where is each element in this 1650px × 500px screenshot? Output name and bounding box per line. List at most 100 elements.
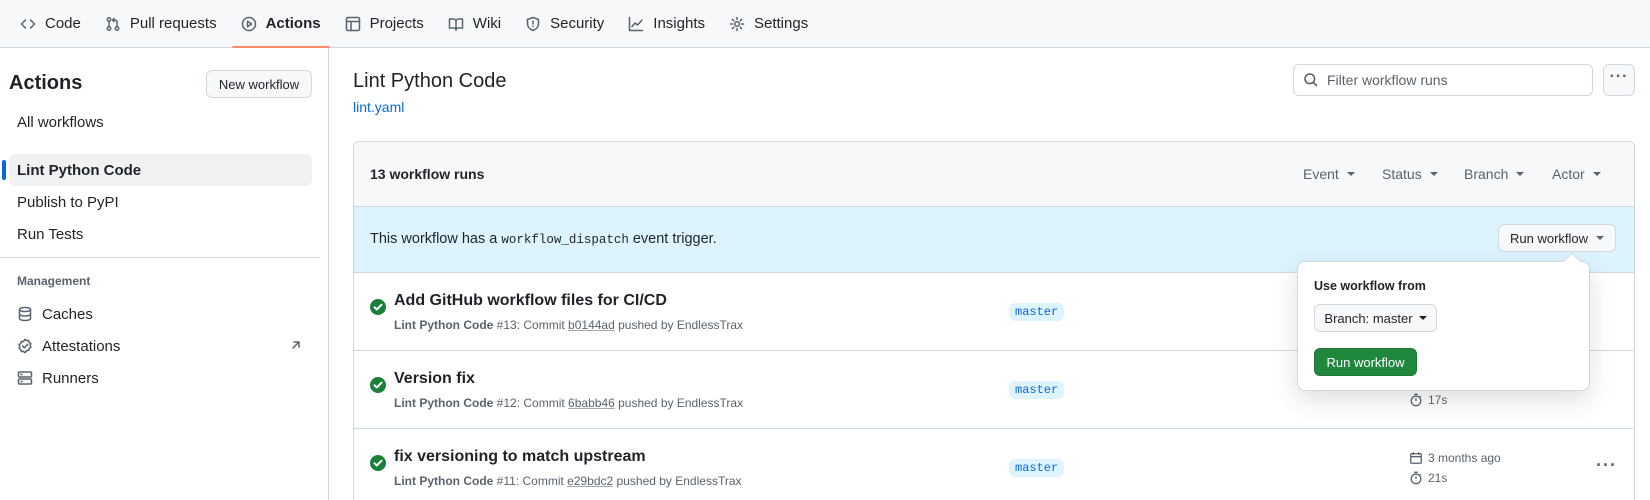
event-filter[interactable]: Event	[1303, 166, 1355, 182]
management-heading: Management	[17, 274, 91, 288]
sidebar-item-label: Lint Python Code	[17, 161, 142, 179]
verified-icon	[18, 338, 32, 354]
search-icon	[1304, 73, 1318, 87]
runs-count: 13 workflow runs	[370, 166, 485, 182]
sidebar-divider	[0, 257, 320, 258]
filter-input[interactable]	[1327, 72, 1567, 88]
run-duration: 17s	[1409, 393, 1447, 407]
filter-label: Event	[1303, 166, 1339, 182]
run-workflow-label: Run workflow	[1509, 230, 1589, 246]
run-commit-prefix: : Commit	[516, 318, 565, 332]
actions-sidebar: Actions New workflow All workflows Lint …	[0, 48, 329, 500]
duration-text: 21s	[1428, 471, 1448, 485]
workflow-title: Lint Python Code	[353, 70, 507, 92]
tab-actions[interactable]: Actions	[231, 0, 330, 48]
run-commit-prefix: : Commit	[516, 396, 565, 410]
stopwatch-icon	[1410, 471, 1422, 485]
new-workflow-button[interactable]: New workflow	[206, 70, 312, 98]
tab-pull-requests[interactable]: Pull requests	[96, 0, 226, 47]
run-meta: Lint Python Code #12: Commit 6babb46 pus…	[394, 396, 743, 410]
date-text: 3 months ago	[1428, 451, 1501, 465]
dispatch-prefix: This workflow has a	[370, 231, 498, 247]
tab-insights[interactable]: Insights	[619, 0, 714, 47]
run-title[interactable]: Version fix	[394, 370, 475, 388]
actor-filter[interactable]: Actor	[1552, 166, 1601, 182]
run-workflow-name: Lint Python Code	[394, 318, 494, 332]
sidebar-item-lint-python-code[interactable]: Lint Python Code	[2, 154, 312, 186]
filter-label: Status	[1382, 166, 1422, 182]
code-icon	[20, 18, 36, 29]
caret-down-icon	[1346, 172, 1355, 176]
stopwatch-icon	[1410, 393, 1422, 407]
dispatch-text: This workflow has a workflow_dispatch even…	[370, 231, 717, 247]
runs-header: 13 workflow runs Event Status Branch Act…	[354, 142, 1634, 207]
workflow-run-row[interactable]: fix versioning to match upstream Lint Py…	[354, 429, 1634, 500]
repo-nav: Code Pull requests Actions Projects Wiki…	[0, 0, 1650, 48]
status-filter[interactable]: Status	[1382, 166, 1438, 182]
tab-code[interactable]: Code	[11, 0, 90, 47]
branch-tag[interactable]: master	[1009, 459, 1065, 477]
book-icon	[448, 17, 464, 31]
run-title[interactable]: Add GitHub workflow files for CI/CD	[394, 292, 667, 310]
commit-sha-link[interactable]: e29bdc2	[567, 474, 613, 488]
filter-label: Actor	[1552, 166, 1585, 182]
run-date: 3 months ago	[1409, 451, 1501, 465]
run-workflow-popover: Use workflow from Branch: master Run wor…	[1297, 252, 1590, 391]
run-options-kebab-icon[interactable]: ···	[1596, 455, 1617, 476]
branch-tag[interactable]: master	[1009, 381, 1065, 399]
success-check-icon	[370, 455, 386, 471]
tab-label: Insights	[653, 15, 705, 32]
tab-label: Actions	[265, 15, 321, 32]
tab-wiki[interactable]: Wiki	[439, 0, 510, 47]
sidebar-item-publish-to-pypi[interactable]: Publish to PyPI	[9, 186, 312, 218]
filter-workflow-runs[interactable]	[1293, 64, 1593, 96]
commit-sha-link[interactable]: b0144ad	[568, 318, 615, 332]
run-workflow-dropdown-button[interactable]: Run workflow	[1498, 224, 1616, 252]
caret-down-icon	[1516, 172, 1525, 176]
branch-select-label: Branch: master	[1324, 310, 1413, 326]
sidebar-item-attestations[interactable]: Attestations	[9, 330, 312, 362]
use-workflow-from-label: Use workflow from	[1314, 279, 1426, 293]
tab-label: Wiki	[472, 15, 502, 32]
run-commit-prefix: : Commit	[515, 474, 564, 488]
tab-projects[interactable]: Projects	[336, 0, 433, 47]
filter-label: Branch	[1464, 166, 1509, 182]
sidebar-item-caches[interactable]: Caches	[9, 298, 312, 330]
caret-down-icon	[1596, 236, 1605, 240]
kebab-horizontal-icon: ···	[1609, 68, 1629, 85]
more-options-button[interactable]: ···	[1603, 64, 1635, 96]
sidebar-item-label: Publish to PyPI	[17, 193, 119, 211]
sidebar-item-label: Caches	[42, 305, 93, 323]
tab-settings[interactable]: Settings	[720, 0, 817, 47]
tab-label: Pull requests	[129, 15, 217, 32]
caret-down-icon	[1429, 172, 1438, 176]
branch-filter[interactable]: Branch	[1464, 166, 1525, 182]
sidebar-item-all-workflows[interactable]: All workflows	[9, 106, 312, 138]
run-number: #13	[496, 318, 517, 332]
branch-tag[interactable]: master	[1009, 303, 1065, 321]
run-number: #11	[496, 474, 516, 488]
table-icon	[345, 16, 360, 31]
sidebar-item-label: Runners	[42, 369, 99, 387]
graph-icon	[629, 16, 644, 31]
tab-label: Code	[45, 15, 81, 32]
play-icon	[241, 16, 256, 31]
git-pull-request-icon	[106, 16, 120, 31]
run-pushed-by: pushed by EndlessTrax	[618, 396, 744, 410]
tab-label: Settings	[754, 15, 809, 32]
database-icon	[18, 306, 32, 322]
sidebar-item-label: Run Tests	[17, 225, 84, 243]
sidebar-item-label: All workflows	[17, 113, 104, 131]
tab-label: Projects	[369, 15, 424, 32]
sidebar-item-run-tests[interactable]: Run Tests	[9, 218, 312, 250]
run-meta: Lint Python Code #13: Commit b0144ad pus…	[394, 318, 743, 332]
workflow-file-link[interactable]: lint.yaml	[353, 99, 404, 115]
branch-select-button[interactable]: Branch: master	[1314, 304, 1437, 332]
run-title[interactable]: fix versioning to match upstream	[394, 448, 646, 466]
calendar-icon	[1410, 452, 1422, 464]
tab-security[interactable]: Security	[516, 0, 613, 47]
arrow-up-right-icon	[292, 341, 300, 349]
sidebar-item-runners[interactable]: Runners	[9, 362, 312, 394]
commit-sha-link[interactable]: 6babb46	[568, 396, 615, 410]
run-workflow-submit-button[interactable]: Run workflow	[1314, 348, 1417, 376]
